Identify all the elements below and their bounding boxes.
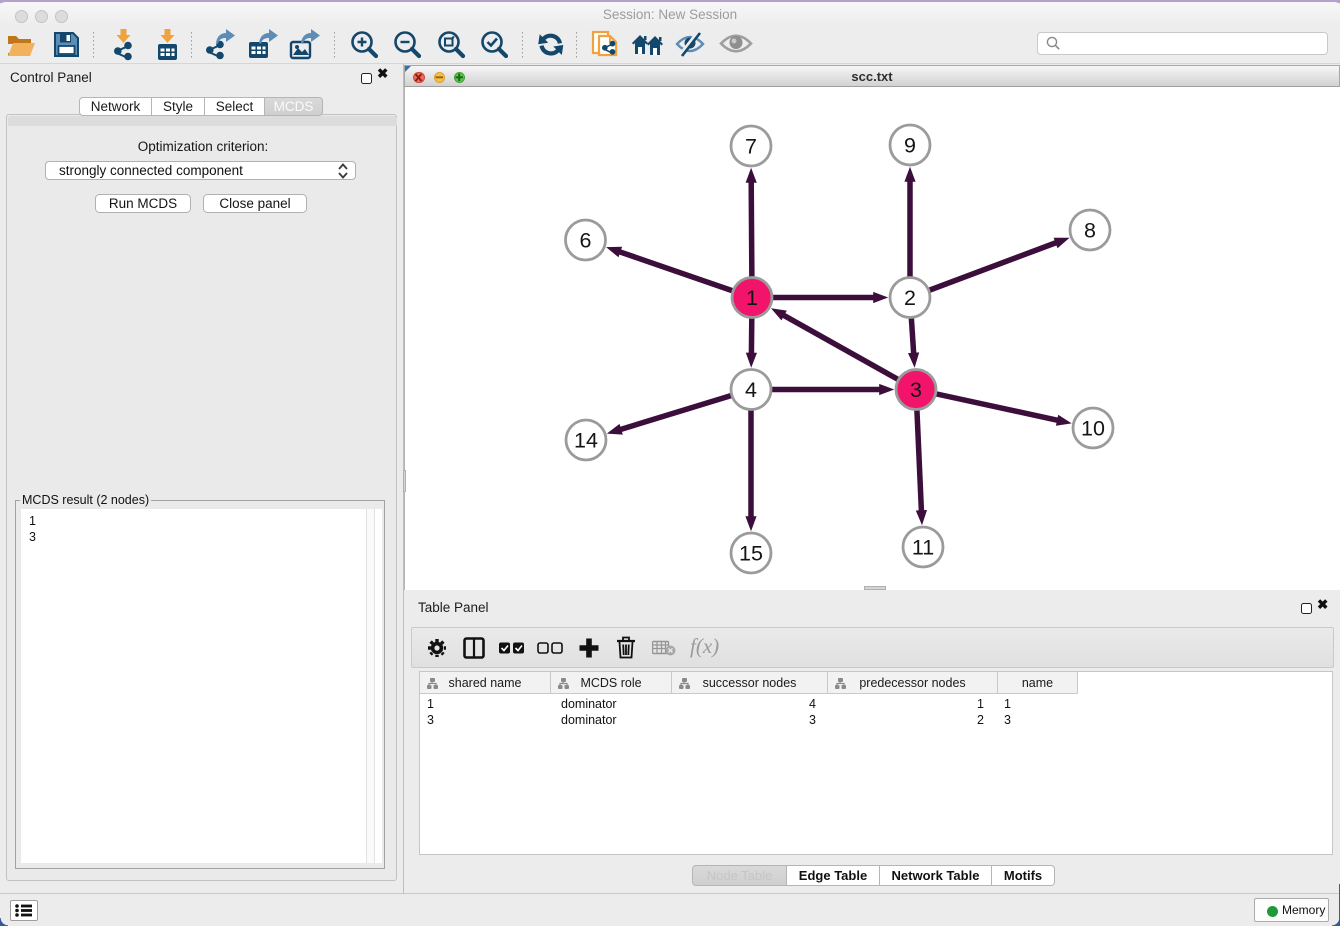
svg-text:7: 7 — [745, 135, 757, 159]
svg-text:14: 14 — [574, 429, 598, 453]
svg-text:4: 4 — [745, 378, 757, 402]
svg-text:2: 2 — [904, 286, 916, 310]
svg-text:8: 8 — [1084, 219, 1096, 243]
svg-text:1: 1 — [746, 286, 758, 310]
svg-text:6: 6 — [580, 229, 592, 253]
svg-text:9: 9 — [904, 134, 916, 158]
svg-text:15: 15 — [739, 542, 763, 566]
svg-text:3: 3 — [910, 378, 922, 402]
svg-text:11: 11 — [912, 536, 934, 560]
svg-text:10: 10 — [1081, 417, 1105, 441]
